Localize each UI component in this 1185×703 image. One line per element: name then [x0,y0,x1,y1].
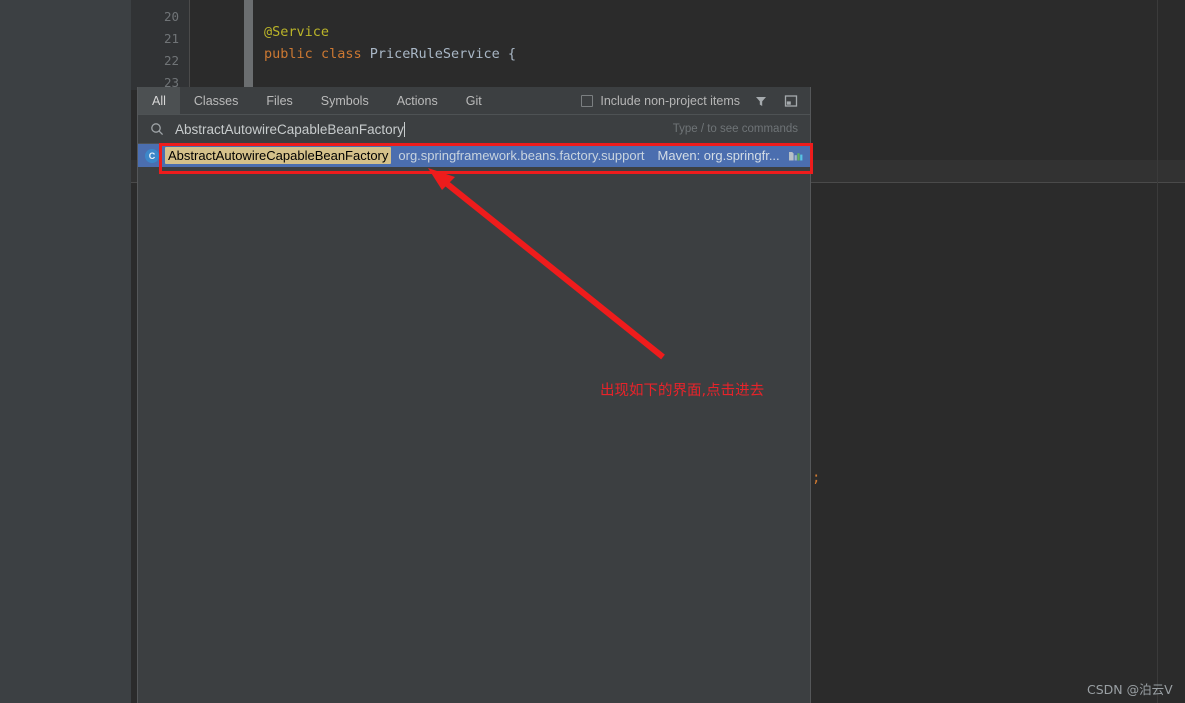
class-icon: C [145,148,159,163]
code-token-classname: PriceRuleService { [369,46,517,62]
screenshot-root: 20 21 22 23 @Service public class PriceR… [0,0,1185,703]
tab-symbols[interactable]: Symbols [307,87,383,114]
tab-actions[interactable]: Actions [383,87,452,114]
search-scope-tabs: All Classes Files Symbols Actions Git In… [138,87,810,115]
maven-library-icon [788,149,804,163]
filter-funnel-icon[interactable] [752,92,770,110]
search-results-empty-area [138,167,810,703]
search-result-package: org.springframework.beans.factory.suppor… [398,148,645,163]
preview-panel-icon[interactable] [782,92,800,110]
search-input-row[interactable]: AbstractAutowireCapableBeanFactory Type … [138,115,810,144]
code-token-keyword-public: public [264,46,313,62]
tab-git[interactable]: Git [452,87,496,114]
search-result-name: AbstractAutowireCapableBeanFactory [165,147,392,164]
search-result-module: Maven: org.springfr... [657,148,780,163]
line-number: 21 [163,31,179,46]
code-token-semicolon: ; [812,470,821,486]
editor-gutter: 20 21 22 23 [131,0,189,90]
tab-files[interactable]: Files [252,87,306,114]
editor-right-margin-line [1157,0,1158,703]
search-icon [150,122,164,136]
code-text: @Service public class PriceRuleService {… [189,0,516,106]
include-non-project-items-label: Include non-project items [600,93,740,108]
tabs-right-controls: Include non-project items [581,87,810,114]
text-caret [403,121,405,137]
search-result-row[interactable]: C AbstractAutowireCapableBeanFactory org… [138,144,810,167]
checkbox-box-icon[interactable] [581,94,594,107]
callout-text: 出现如下的界面,点击进去 [600,383,765,399]
editor-left-pane [0,0,122,703]
search-hint-text: Type / to see commands [672,123,798,135]
line-number: 22 [163,53,179,68]
watermark: CSDN @泊云V [1087,682,1173,697]
search-input[interactable]: AbstractAutowireCapableBeanFactory [175,122,404,137]
tab-all[interactable]: All [138,87,180,114]
include-non-project-items-checkbox[interactable]: Include non-project items [581,94,740,108]
code-token-keyword-class: class [320,46,362,62]
tab-classes[interactable]: Classes [180,87,252,114]
line-number: 20 [163,9,179,24]
editor-scrollbar-track[interactable] [122,0,253,703]
